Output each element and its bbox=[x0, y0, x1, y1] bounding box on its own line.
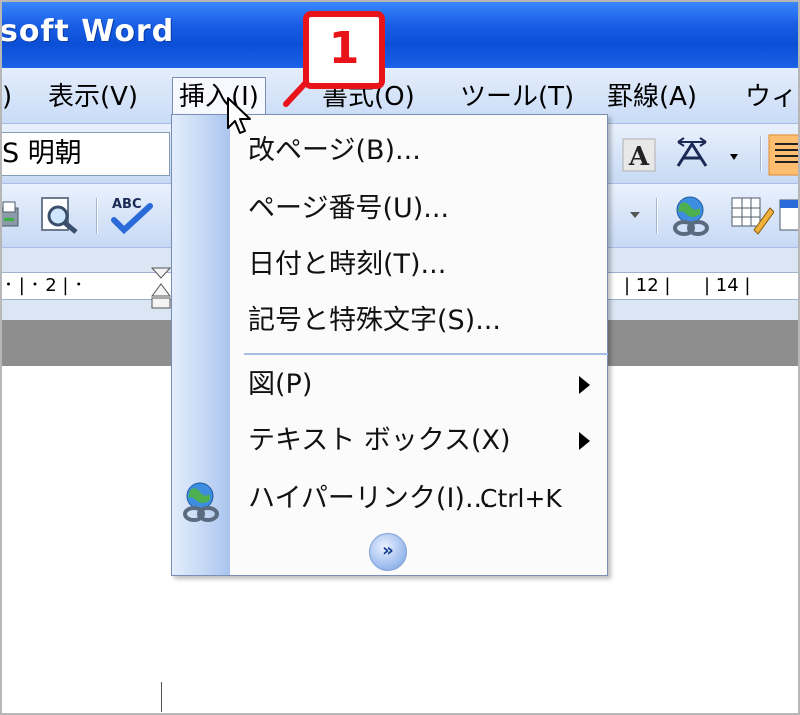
submenu-arrow-icon bbox=[579, 376, 590, 394]
menu-item-date-time[interactable]: 日付と時刻(T)... bbox=[230, 237, 608, 293]
text-cursor bbox=[161, 682, 162, 712]
menu-item-label: ハイパーリンク(I)... bbox=[248, 483, 491, 514]
insert-table-icon[interactable] bbox=[778, 196, 800, 236]
submenu-arrow-icon bbox=[579, 432, 590, 450]
menu-item-label: ページ番号(U)... bbox=[248, 193, 450, 224]
print-icon[interactable] bbox=[0, 200, 20, 232]
font-color-icon[interactable]: A bbox=[622, 138, 656, 172]
print-preview-icon[interactable] bbox=[38, 196, 82, 236]
ruler-label: | 12 | bbox=[624, 275, 671, 296]
mouse-cursor-icon bbox=[227, 97, 251, 134]
svg-text:A: A bbox=[628, 142, 650, 172]
menu-item-page-break[interactable]: 改ページ(B)... bbox=[230, 123, 608, 179]
expand-menu-chevron-icon[interactable]: » bbox=[369, 533, 407, 571]
menu-view[interactable]: 表示(V) bbox=[48, 78, 138, 116]
menu-item-label: 記号と特殊文字(S)... bbox=[248, 305, 501, 336]
menu-table[interactable]: 罫線(A) bbox=[607, 78, 697, 116]
dropdown-arrow-icon[interactable] bbox=[628, 208, 642, 222]
menu-item-partial[interactable]: ) bbox=[2, 78, 12, 116]
character-spacing-icon[interactable] bbox=[672, 136, 742, 172]
menu-separator bbox=[244, 353, 608, 355]
menu-item-label: 日付と時刻(T)... bbox=[248, 249, 447, 280]
tables-borders-icon[interactable] bbox=[730, 194, 774, 238]
step-callout: 1 bbox=[303, 11, 385, 89]
menu-item-label: テキスト ボックス(X) bbox=[248, 425, 511, 456]
hyperlink-icon bbox=[183, 482, 219, 522]
menu-item-label: 改ページ(B)... bbox=[248, 135, 421, 166]
menu-item-picture[interactable]: 図(P) bbox=[230, 357, 608, 413]
menu-item-hyperlink[interactable]: ハイパーリンク(I)... Ctrl+K bbox=[230, 471, 608, 527]
indent-marker-icon[interactable] bbox=[150, 266, 172, 318]
spelling-check-icon[interactable]: ABC bbox=[108, 194, 158, 238]
title-bar: soft Word bbox=[0, 0, 800, 68]
menu-item-label: 図(P) bbox=[248, 369, 313, 400]
insert-menu-dropdown: 改ページ(B)... ページ番号(U)... 日付と時刻(T)... 記号と特殊… bbox=[171, 114, 608, 576]
font-name-select[interactable]: S 明朝 bbox=[0, 132, 170, 176]
insert-hyperlink-icon[interactable] bbox=[670, 194, 714, 238]
svg-text:ABC: ABC bbox=[112, 197, 142, 212]
ruler-label: | 14 | bbox=[704, 275, 751, 296]
menu-item-page-numbers[interactable]: ページ番号(U)... bbox=[230, 181, 608, 237]
menu-item-shortcut: Ctrl+K bbox=[480, 484, 562, 513]
window-title: soft Word bbox=[0, 14, 175, 49]
justify-align-icon[interactable] bbox=[768, 134, 800, 176]
menu-item-text-box[interactable]: テキスト ボックス(X) bbox=[230, 413, 608, 469]
menu-item-symbol[interactable]: 記号と特殊文字(S)... bbox=[230, 293, 608, 349]
menu-window[interactable]: ウィン bbox=[745, 78, 800, 116]
ruler-label: ･ | ･ 2 | ･ bbox=[4, 275, 84, 296]
menu-tools[interactable]: ツール(T) bbox=[460, 78, 574, 116]
